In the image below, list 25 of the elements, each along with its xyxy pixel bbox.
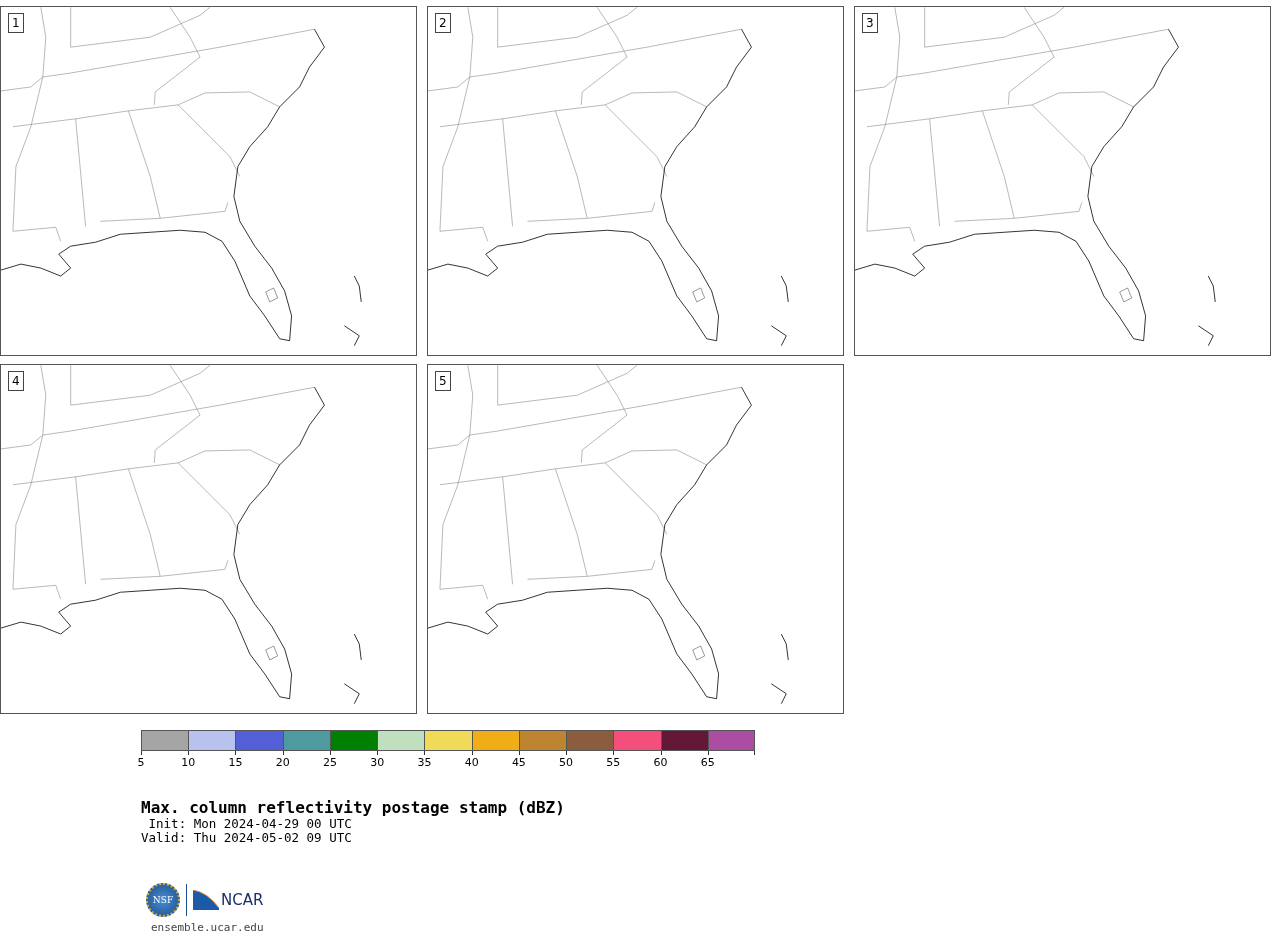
panel-number: 1 <box>8 13 24 33</box>
chart-title: Max. column reflectivity postage stamp (dBZ) <box>141 799 566 817</box>
swoosh-icon <box>193 890 219 910</box>
tick-label: 25 <box>322 757 337 769</box>
tick-label: 65 <box>700 757 715 769</box>
valid-time: Valid: Thu 2024-05-02 09 UTC <box>141 831 353 845</box>
tick-label: 20 <box>275 757 290 769</box>
init-time: Init: Mon 2024-04-29 00 UTC <box>147 817 353 831</box>
logo-text: NCAR <box>221 891 264 909</box>
tick-label: 35 <box>417 757 432 769</box>
tick-label: 40 <box>464 757 479 769</box>
panel-number: 4 <box>8 371 24 391</box>
tick-label: 55 <box>606 757 621 769</box>
tick-label: 30 <box>370 757 385 769</box>
panel-number: 5 <box>435 371 451 391</box>
tick-label: 60 <box>653 757 668 769</box>
tick-label: 45 <box>511 757 526 769</box>
panel-number: 3 <box>862 13 878 33</box>
tick-label: 50 <box>559 757 574 769</box>
globe-logo-icon: NSF <box>146 883 180 917</box>
panel-number: 2 <box>435 13 451 33</box>
tick-label: 15 <box>228 757 243 769</box>
tick-label: 10 <box>181 757 196 769</box>
site-link[interactable]: ensemble.ucar.edu <box>151 921 1280 934</box>
tick-label: 5 <box>137 757 145 769</box>
